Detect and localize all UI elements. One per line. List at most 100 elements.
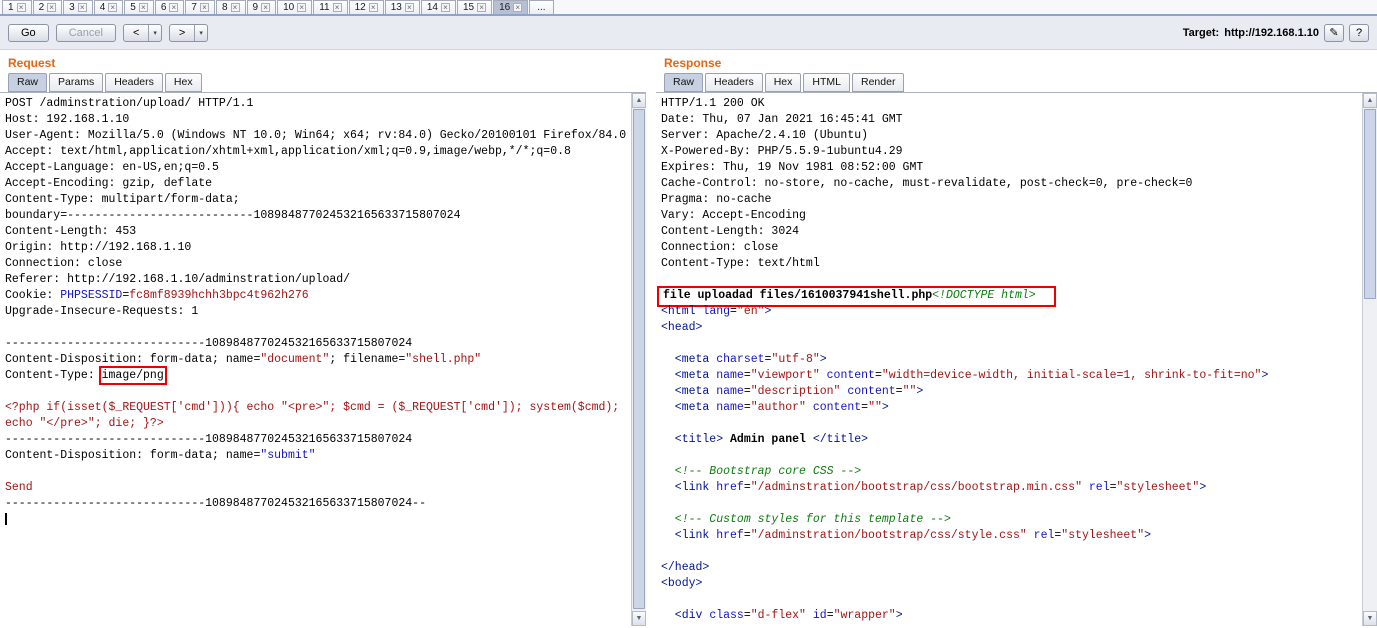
tab-number-label: 10 xyxy=(283,2,294,13)
code-segment: Cookie: xyxy=(5,289,60,302)
target-area: Target: http://192.168.1.10 ✎ ? xyxy=(1183,24,1369,42)
repeater-tab-11[interactable]: 11× xyxy=(313,0,347,14)
code-segment: Date: Thu, 07 Jan 2021 16:45:41 GMT xyxy=(661,113,903,126)
back-dropdown-icon[interactable]: ▾ xyxy=(149,25,161,41)
scroll-down-icon[interactable]: ▼ xyxy=(1363,611,1377,626)
code-line: Content-Length: 3024 xyxy=(661,224,1362,240)
forward-dropdown-icon[interactable]: ▾ xyxy=(195,25,207,41)
scroll-up-icon[interactable]: ▲ xyxy=(632,93,646,108)
tab-close-icon[interactable]: × xyxy=(297,3,306,12)
code-segment: Server: Apache/2.4.10 (Ubuntu) xyxy=(661,129,868,142)
code-segment: > xyxy=(765,305,772,318)
help-button[interactable]: ? xyxy=(1349,24,1369,42)
code-segment: <title> xyxy=(661,433,723,446)
response-tab-raw[interactable]: Raw xyxy=(664,73,703,92)
code-segment: = xyxy=(730,305,737,318)
question-mark-icon: ? xyxy=(1356,27,1362,39)
repeater-tab-9[interactable]: 9× xyxy=(247,0,277,14)
response-tab-headers[interactable]: Headers xyxy=(705,73,763,92)
code-line: </head> xyxy=(661,560,1362,576)
code-segment: Accept-Language: en-US,en;q=0.5 xyxy=(5,161,219,174)
code-line: -----------------------------10898487702… xyxy=(5,432,631,448)
forward-arrow-label[interactable]: > xyxy=(170,25,195,41)
code-segment: <?php if(isset($_REQUEST['cmd'])){ echo … xyxy=(5,401,619,414)
history-forward-button[interactable]: > ▾ xyxy=(169,24,208,42)
response-scrollbar-thumb[interactable] xyxy=(1364,109,1376,299)
tab-close-icon[interactable]: × xyxy=(477,3,486,12)
code-line xyxy=(5,320,631,336)
tab-close-icon[interactable]: × xyxy=(369,3,378,12)
repeater-tab-2[interactable]: 2× xyxy=(33,0,63,14)
scroll-up-icon[interactable]: ▲ xyxy=(1363,93,1377,108)
code-segment: "author" xyxy=(751,401,806,414)
tab-close-icon[interactable]: × xyxy=(333,3,342,12)
code-segment: = xyxy=(1110,481,1117,494)
tab-close-icon[interactable]: × xyxy=(139,3,148,12)
code-segment: Content-Disposition: form-data; name= xyxy=(5,449,260,462)
code-segment: name xyxy=(709,385,744,398)
response-title: Response xyxy=(664,56,1377,70)
edit-target-button[interactable]: ✎ xyxy=(1324,24,1344,42)
repeater-tab-8[interactable]: 8× xyxy=(216,0,246,14)
code-segment: = xyxy=(744,369,751,382)
repeater-tab-1[interactable]: 1× xyxy=(2,0,32,14)
request-scrollbar[interactable]: ▲ ▼ xyxy=(631,93,646,626)
back-arrow-label[interactable]: < xyxy=(124,25,149,41)
request-tab-params[interactable]: Params xyxy=(49,73,103,92)
tab-close-icon[interactable]: × xyxy=(513,3,522,12)
code-segment: "stylesheet" xyxy=(1061,529,1144,542)
tab-close-icon[interactable]: × xyxy=(108,3,117,12)
repeater-tab-3[interactable]: 3× xyxy=(63,0,93,14)
repeater-tab-15[interactable]: 15× xyxy=(457,0,492,14)
scroll-down-icon[interactable]: ▼ xyxy=(632,611,646,626)
request-scrollbar-thumb[interactable] xyxy=(633,109,645,609)
code-line xyxy=(661,544,1362,560)
tab-close-icon[interactable]: × xyxy=(200,3,209,12)
cancel-button[interactable]: Cancel xyxy=(56,24,116,42)
tab-close-icon[interactable]: × xyxy=(47,3,56,12)
response-editor-code[interactable]: HTTP/1.1 200 OKDate: Thu, 07 Jan 2021 16… xyxy=(656,93,1362,626)
code-segment: </title> xyxy=(813,433,868,446)
code-line: Cookie: PHPSESSID=fc8mf8939hchh3bpc4t962… xyxy=(5,288,631,304)
code-line xyxy=(5,384,631,400)
repeater-tab-12[interactable]: 12× xyxy=(349,0,384,14)
tab-close-icon[interactable]: × xyxy=(231,3,240,12)
tab-close-icon[interactable]: × xyxy=(405,3,414,12)
tab-close-icon[interactable]: × xyxy=(17,3,26,12)
response-scrollbar[interactable]: ▲ ▼ xyxy=(1362,93,1377,626)
history-back-button[interactable]: < ▾ xyxy=(123,24,162,42)
code-line: Content-Type: multipart/form-data; xyxy=(5,192,631,208)
tab-close-icon[interactable]: × xyxy=(78,3,87,12)
code-line: User-Agent: Mozilla/5.0 (Windows NT 10.0… xyxy=(5,128,631,144)
repeater-tab-6[interactable]: 6× xyxy=(155,0,185,14)
code-segment: "" xyxy=(868,401,882,414)
tab-overflow-button[interactable]: ... xyxy=(529,0,553,14)
code-segment: = xyxy=(896,385,903,398)
tab-close-icon[interactable]: × xyxy=(441,3,450,12)
request-tab-raw[interactable]: Raw xyxy=(8,73,47,92)
repeater-tab-4[interactable]: 4× xyxy=(94,0,124,14)
response-tab-html[interactable]: HTML xyxy=(803,73,850,92)
code-line: Pragma: no-cache xyxy=(661,192,1362,208)
request-editor[interactable]: POST /adminstration/upload/ HTTP/1.1Host… xyxy=(0,92,646,626)
code-line xyxy=(661,416,1362,432)
repeater-tab-5[interactable]: 5× xyxy=(124,0,154,14)
code-segment: <meta xyxy=(661,385,709,398)
response-tab-hex[interactable]: Hex xyxy=(765,73,802,92)
request-tab-headers[interactable]: Headers xyxy=(105,73,163,92)
request-tab-hex[interactable]: Hex xyxy=(165,73,202,92)
repeater-tab-7[interactable]: 7× xyxy=(185,0,215,14)
repeater-tab-14[interactable]: 14× xyxy=(421,0,456,14)
tab-close-icon[interactable]: × xyxy=(169,3,178,12)
code-segment: <body> xyxy=(661,577,702,590)
go-button[interactable]: Go xyxy=(8,24,49,42)
request-editor-code[interactable]: POST /adminstration/upload/ HTTP/1.1Host… xyxy=(0,93,631,626)
response-tab-render[interactable]: Render xyxy=(852,73,904,92)
response-panel: Response RawHeadersHexHTMLRender HTTP/1.… xyxy=(656,50,1377,626)
repeater-tab-10[interactable]: 10× xyxy=(277,0,312,14)
tab-number-label: 2 xyxy=(39,2,45,13)
tab-close-icon[interactable]: × xyxy=(261,3,270,12)
response-editor[interactable]: HTTP/1.1 200 OKDate: Thu, 07 Jan 2021 16… xyxy=(656,92,1377,626)
repeater-tab-13[interactable]: 13× xyxy=(385,0,420,14)
repeater-tab-16[interactable]: 16× xyxy=(493,0,528,14)
